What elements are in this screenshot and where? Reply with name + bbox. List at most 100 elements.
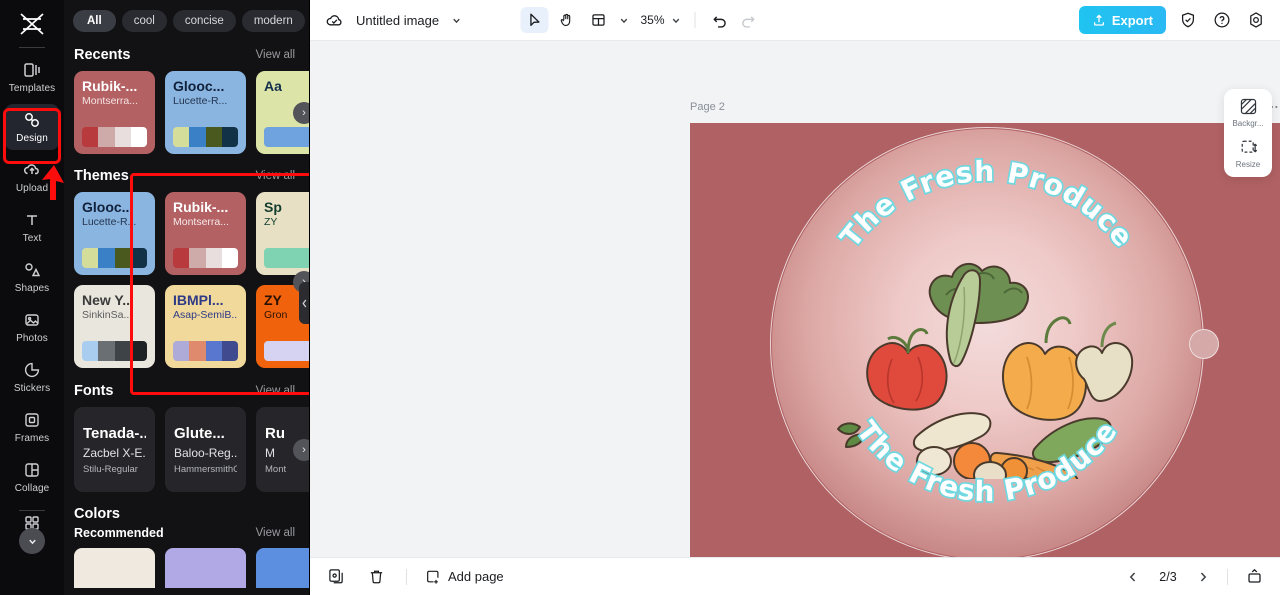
design-icon — [22, 110, 42, 130]
color-swatch-card[interactable] — [165, 548, 246, 588]
trash-icon[interactable] — [364, 565, 388, 589]
sidebar-item-shapes[interactable]: Shapes — [5, 254, 59, 300]
sidebar-more-apps[interactable] — [5, 515, 59, 554]
colors-card-row — [64, 548, 309, 588]
background-label: Backgr... — [1232, 119, 1264, 128]
canvas-workspace[interactable]: Page 2 The Fresh Produce The Fresh Produ… — [310, 41, 1280, 557]
sidebar-label-stickers: Stickers — [13, 383, 51, 394]
cursor-icon — [530, 13, 540, 26]
text-icon — [22, 210, 42, 230]
help-circle-icon[interactable] — [1210, 8, 1234, 32]
arc-text-bottom: The Fresh Produce — [850, 415, 1124, 508]
rail-divider-bottom — [19, 510, 45, 511]
chevron-left-icon — [302, 299, 307, 307]
document-title[interactable]: Untitled image — [356, 13, 439, 28]
view-all-themes[interactable]: View all — [256, 170, 295, 182]
theme-card[interactable]: Glooc... Lucette-R... — [74, 192, 155, 275]
theme-card[interactable]: Rubik-... Montserra... — [165, 192, 246, 275]
layout-chevron-down-icon[interactable] — [616, 8, 630, 32]
arc-text-top: The Fresh Produce — [834, 155, 1141, 254]
fonts-next-chevron-right-icon[interactable]: › — [293, 439, 309, 461]
font-card-line1: Glute... — [174, 424, 225, 442]
view-all-colors[interactable]: View all — [256, 527, 295, 539]
theme-card-title: Aa — [264, 79, 282, 94]
export-button[interactable]: Export — [1078, 6, 1166, 34]
zoom-chevron-down-icon[interactable] — [669, 8, 683, 32]
sidebar-item-text[interactable]: Text — [5, 204, 59, 250]
font-card-line3: Stilu-Regular — [83, 463, 138, 475]
theme-card[interactable]: Rubik-... Montserra... — [74, 71, 155, 154]
frames-icon — [22, 410, 42, 430]
undo-icon[interactable] — [708, 8, 732, 32]
section-header-themes: Themes View all — [64, 154, 309, 192]
sidebar-item-collage[interactable]: Collage — [5, 454, 59, 500]
resize-button[interactable]: Resize — [1226, 138, 1270, 169]
theme-card-title: New Y... — [82, 293, 134, 308]
font-card-line3: HammersmithOn... — [174, 463, 237, 475]
theme-card[interactable]: New Y... SinkinSa... — [74, 285, 155, 368]
chip-cool[interactable]: cool — [121, 10, 167, 32]
chip-concise[interactable]: concise — [172, 10, 236, 32]
app-root: Templates Design Upload Text Shapes Phot… — [0, 0, 1280, 595]
font-card-line2: Baloo-Reg... — [174, 445, 237, 460]
panel-collapse-button[interactable] — [299, 282, 309, 324]
layout-tool-button[interactable] — [584, 7, 612, 33]
recents-next-chevron-right-icon[interactable]: › — [293, 102, 309, 124]
main-area: Untitled image 35% Export Page 2 The Fre… — [310, 0, 1280, 595]
hand-tool-button[interactable] — [552, 7, 580, 33]
theme-card[interactable]: IBMPl... Asap-SemiB... — [165, 285, 246, 368]
bottom-toolbar: Add page 2/3 — [310, 557, 1280, 595]
chip-all[interactable]: All — [73, 10, 116, 32]
capcut-logo-icon[interactable] — [15, 9, 49, 39]
sidebar-item-templates[interactable]: Templates — [5, 54, 59, 100]
settings-gear-icon[interactable] — [1244, 8, 1268, 32]
present-icon[interactable] — [1242, 565, 1266, 589]
resize-label: Resize — [1235, 160, 1261, 169]
view-all-fonts[interactable]: View all — [256, 385, 295, 397]
export-button-label: Export — [1111, 12, 1153, 28]
font-card[interactable]: Glute... Baloo-Reg... HammersmithOn... — [165, 407, 246, 492]
bottom-right-group: 2/3 — [1123, 565, 1266, 589]
add-page-button[interactable]: Add page — [425, 569, 504, 585]
theme-card-subtitle: Lucette-R... — [82, 216, 137, 228]
color-swatch-card[interactable] — [256, 548, 309, 588]
theme-card-subtitle: Asap-SemiB... — [173, 309, 238, 321]
background-button[interactable]: Backgr... — [1226, 97, 1270, 128]
sidebar-item-stickers[interactable]: Stickers — [5, 354, 59, 400]
theme-card[interactable]: Sp ZY — [256, 192, 309, 275]
theme-card[interactable]: Glooc... Lucette-R... — [165, 71, 246, 154]
selection-handle[interactable] — [1189, 329, 1219, 359]
prev-page-chevron-left-icon[interactable] — [1123, 567, 1143, 587]
zoom-level-value[interactable]: 35% — [640, 13, 664, 27]
font-card-line1: Tenada-... — [83, 424, 146, 442]
sidebar-label-text: Text — [22, 233, 42, 244]
next-page-chevron-right-icon[interactable] — [1193, 567, 1213, 587]
top-toolbar: Untitled image 35% Export — [310, 0, 1280, 41]
artboard[interactable]: The Fresh Produce The Fresh Produce — [690, 123, 1280, 557]
section-title-recommended: Recommended — [74, 526, 164, 540]
shield-icon[interactable] — [1176, 8, 1200, 32]
duplicate-icon[interactable] — [324, 565, 348, 589]
add-page-icon — [427, 570, 439, 584]
theme-card-swatches — [264, 341, 309, 361]
theme-card-subtitle: Montserra... — [173, 216, 230, 228]
view-all-recents[interactable]: View all — [256, 49, 295, 61]
toolbar-divider — [694, 12, 696, 28]
sidebar-item-frames[interactable]: Frames — [5, 404, 59, 450]
title-chevron-down-icon[interactable] — [449, 8, 463, 32]
font-card[interactable]: Tenada-... Zacbel X-E... Stilu-Regular — [74, 407, 155, 492]
chip-modern[interactable]: modern — [241, 10, 305, 32]
sidebar-item-design[interactable]: Design — [5, 104, 59, 150]
font-card-line2: Zacbel X-E... — [83, 445, 146, 460]
chevron-down-icon[interactable] — [19, 528, 45, 554]
collage-icon — [22, 460, 42, 480]
section-title-recents: Recents — [74, 47, 131, 63]
select-tool-button[interactable] — [520, 7, 549, 33]
color-swatch-card[interactable] — [74, 548, 155, 588]
theme-card-swatches — [173, 127, 238, 147]
sidebar-item-photos[interactable]: Photos — [5, 304, 59, 350]
sidebar-item-upload[interactable]: Upload — [5, 154, 59, 200]
sidebar-label-shapes: Shapes — [14, 283, 50, 294]
export-upload-icon — [1093, 14, 1104, 26]
font-card-line3: Mont — [265, 463, 287, 475]
